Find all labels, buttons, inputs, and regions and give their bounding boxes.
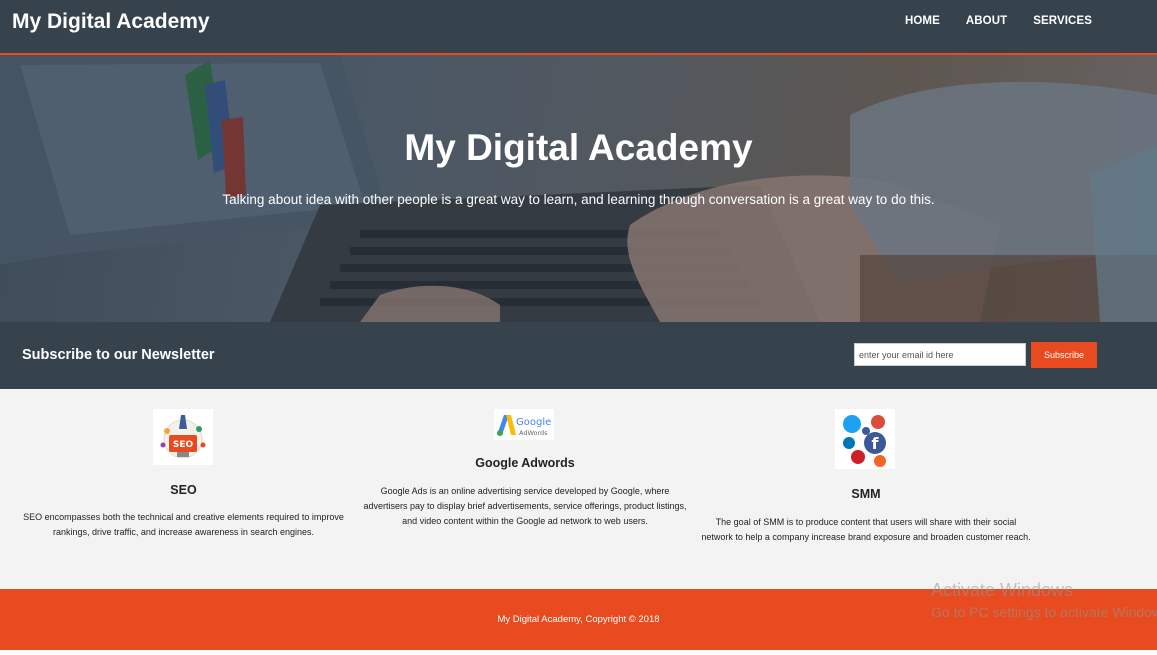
service-seo-title: SEO bbox=[170, 483, 197, 497]
nav-home-link[interactable]: HOME bbox=[905, 15, 940, 27]
activate-windows-watermark-subtitle: Go to PC settings to activate Windows. bbox=[931, 604, 1157, 620]
service-seo: SEO SEO SEO encompasses both the technic… bbox=[20, 405, 347, 565]
subscribe-button[interactable]: Subscribe bbox=[1031, 342, 1097, 368]
newsletter-bar: Subscribe to our Newsletter Subscribe bbox=[0, 322, 1157, 389]
site-header: My Digital Academy HOME ABOUT SERVICES bbox=[0, 0, 1157, 55]
twitter-icon bbox=[843, 415, 861, 433]
adwords-logo-text: AdWords bbox=[519, 429, 548, 437]
service-adwords-title: Google Adwords bbox=[475, 456, 575, 470]
google-plus-icon bbox=[871, 415, 885, 429]
pinterest-icon bbox=[851, 450, 865, 464]
nav-services-link[interactable]: SERVICES bbox=[1033, 15, 1092, 27]
seo-logo-icon: SEO bbox=[153, 409, 213, 465]
google-logo-text: Google bbox=[516, 417, 551, 428]
nav-about-link[interactable]: ABOUT bbox=[966, 15, 1007, 27]
hero-banner: My Digital Academy Talking about idea wi… bbox=[0, 55, 1157, 322]
newsletter-title: Subscribe to our Newsletter bbox=[22, 347, 215, 363]
hero-title: My Digital Academy bbox=[404, 127, 753, 168]
service-adwords-description: Google Ads is an online advertising serv… bbox=[363, 486, 687, 526]
site-brand[interactable]: My Digital Academy bbox=[12, 10, 210, 34]
hero-overlay bbox=[0, 55, 1157, 322]
service-smm-title: SMM bbox=[851, 487, 881, 501]
service-google-adwords: Google AdWords Google Adwords Google Ads… bbox=[360, 405, 690, 565]
service-smm-description: The goal of SMM is to produce content th… bbox=[701, 517, 1031, 542]
smm-logo-icon: f bbox=[835, 409, 895, 469]
main-nav: HOME ABOUT SERVICES bbox=[905, 15, 1092, 27]
linkedin-icon bbox=[843, 437, 855, 449]
page-bottom-strip bbox=[0, 650, 1157, 655]
hero-subtitle: Talking about idea with other people is … bbox=[222, 192, 935, 207]
rss-icon bbox=[874, 455, 886, 467]
service-smm: f SMM The goal of SMM is to produce cont… bbox=[700, 405, 1032, 565]
service-seo-description: SEO encompasses both the technical and c… bbox=[23, 512, 344, 537]
activate-windows-watermark-title: Activate Windows bbox=[931, 580, 1074, 600]
google-adwords-logo-icon: Google AdWords bbox=[494, 409, 554, 440]
svg-text:f: f bbox=[872, 434, 880, 453]
seo-logo-text: SEO bbox=[173, 440, 194, 450]
newsletter-email-input[interactable] bbox=[854, 343, 1026, 366]
